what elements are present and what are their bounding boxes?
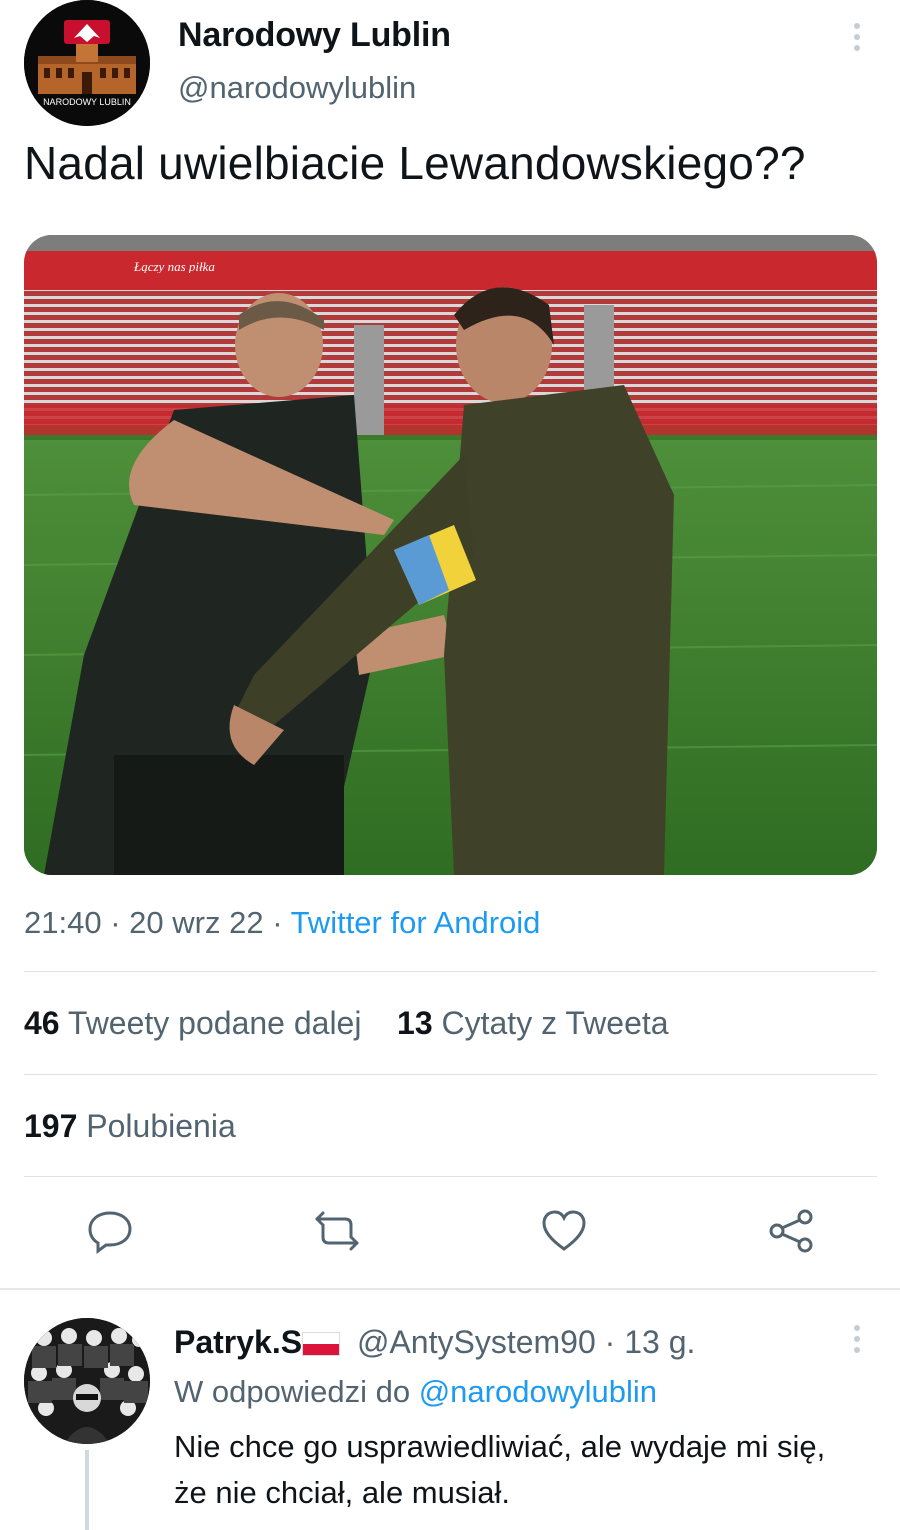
retweets-label: Tweety podane dalej xyxy=(67,1005,362,1041)
reply-more-options-icon[interactable] xyxy=(842,1320,872,1360)
reply-tweet[interactable]: Patryk.S @AntySystem90 · 13 g. W odpowie… xyxy=(0,1290,900,1530)
retweets-count: 46 xyxy=(24,1005,60,1041)
reply-author-handle[interactable]: @AntySystem90 xyxy=(357,1324,596,1360)
tweet-meta: 21:40 · 20 wrz 22 · Twitter for Android xyxy=(24,905,540,941)
reply-author-name[interactable]: Patryk.S xyxy=(174,1324,302,1360)
banner-text-left: Łączy nas piłka xyxy=(133,259,215,274)
share-icon[interactable] xyxy=(767,1207,815,1255)
divider xyxy=(24,1074,877,1075)
reply-author-avatar[interactable] xyxy=(24,1318,150,1444)
quotes-label: Cytaty z Tweeta xyxy=(441,1005,669,1041)
tweet-photo[interactable]: Łączy nas piłka Łączy nas piłka Łączy na… xyxy=(24,235,877,875)
likes-stat[interactable]: 197 Polubienia xyxy=(24,1108,236,1144)
reply-icon[interactable] xyxy=(86,1207,134,1255)
author-name[interactable]: Narodowy Lublin xyxy=(178,16,451,55)
quotes-stat[interactable]: 13 Cytaty z Tweeta xyxy=(397,1005,669,1041)
reply-text: Nie chce go usprawiedliwiać, ale wydaje … xyxy=(174,1429,826,1510)
retweets-stat[interactable]: 46 Tweety podane dalej xyxy=(24,1005,361,1041)
stadium-photo: Łączy nas piłka Łączy nas piłka Łączy na… xyxy=(24,235,877,875)
thread-line xyxy=(85,1450,89,1530)
reply-avatar-image xyxy=(24,1318,150,1444)
narodowy-lublin-logo: NARODOWY LUBLIN xyxy=(24,0,150,126)
tweet-date: 20 wrz 22 xyxy=(129,905,264,940)
author-avatar[interactable]: NARODOWY LUBLIN xyxy=(24,0,150,126)
likes-label: Polubienia xyxy=(86,1108,236,1144)
divider xyxy=(24,971,877,972)
retweet-icon[interactable] xyxy=(313,1207,361,1255)
meta-separator: · xyxy=(110,905,121,940)
more-options-icon[interactable] xyxy=(842,18,872,58)
meta-separator: · xyxy=(272,905,283,940)
replying-to-mention[interactable]: @narodowylublin xyxy=(419,1374,657,1409)
divider xyxy=(24,1176,877,1177)
heart-icon[interactable] xyxy=(540,1207,588,1255)
replying-to: W odpowiedzi do @narodowylublin xyxy=(174,1374,657,1410)
replying-to-prefix: W odpowiedzi do xyxy=(174,1374,411,1409)
author-handle[interactable]: @narodowylublin xyxy=(178,70,416,106)
quotes-count: 13 xyxy=(397,1005,433,1041)
tweet-source-link[interactable]: Twitter for Android xyxy=(291,905,541,940)
tweet-time: 21:40 xyxy=(24,905,102,940)
avatar-logo-text: NARODOWY LUBLIN xyxy=(43,97,131,107)
likes-count: 197 xyxy=(24,1108,78,1144)
engagement-stats-row: 46 Tweety podane dalej 13 Cytaty z Tweet… xyxy=(24,1005,669,1042)
poland-flag-icon xyxy=(302,1332,341,1356)
reply-time[interactable]: 13 g. xyxy=(624,1324,695,1360)
reply-header: Patryk.S @AntySystem90 · 13 g. xyxy=(174,1324,695,1361)
tweet-actions-bar xyxy=(0,1195,900,1275)
reply-separator: · xyxy=(604,1324,616,1360)
tweet-text: Nadal uwielbiacie Lewandowskiego?? xyxy=(24,137,806,189)
likes-stats-row: 197 Polubienia xyxy=(24,1108,236,1145)
